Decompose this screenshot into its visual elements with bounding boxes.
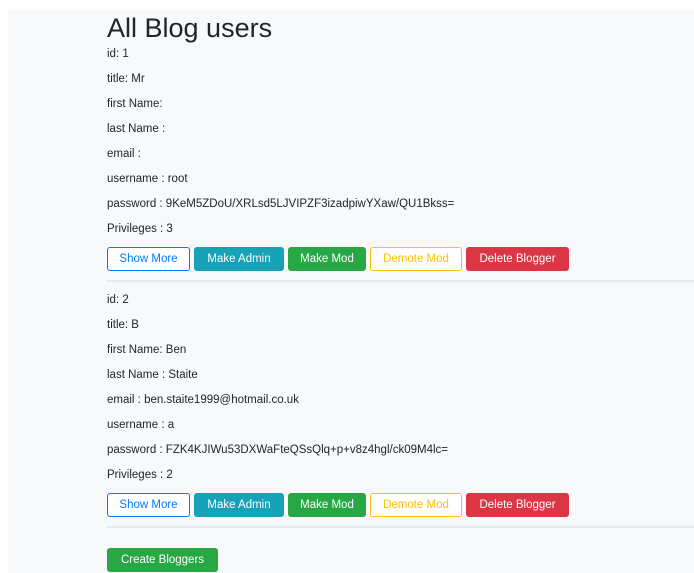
- show-more-button[interactable]: Show More: [107, 493, 190, 517]
- user-1-first-name: first Name:: [107, 98, 163, 110]
- user-1-password: password : 9KeM5ZDoU/XRLsd5LJVIPZF3izadp…: [107, 198, 455, 210]
- demote-mod-button[interactable]: Demote Mod: [370, 493, 462, 517]
- user-2-email: email : ben.staite1999@hotmail.co.uk: [107, 394, 299, 406]
- demote-mod-button[interactable]: Demote Mod: [370, 247, 462, 271]
- user-1-id: id: 1: [107, 48, 129, 60]
- user-2-privileges: Privileges : 2: [107, 469, 173, 481]
- user-1-title: title: Mr: [107, 73, 145, 85]
- user-1-email: email :: [107, 148, 141, 160]
- make-admin-button[interactable]: Make Admin: [194, 493, 284, 517]
- user-2-password: password : FZK4KJIWu53DXWaFteQSsQlq+p+v8…: [107, 444, 448, 456]
- user-divider: [107, 280, 694, 282]
- user-1-username: username : root: [107, 173, 188, 185]
- user-2-title: title: B: [107, 319, 139, 331]
- users-panel: All Blog users id: 1 title: Mr first Nam…: [8, 10, 694, 573]
- show-more-button[interactable]: Show More: [107, 247, 190, 271]
- make-admin-button[interactable]: Make Admin: [194, 247, 284, 271]
- user-1-privileges: Privileges : 3: [107, 223, 173, 235]
- user-2-username: username : a: [107, 419, 175, 431]
- user-2-first-name: first Name: Ben: [107, 344, 187, 356]
- delete-blogger-button[interactable]: Delete Blogger: [466, 247, 569, 271]
- create-bloggers-button[interactable]: Create Bloggers: [107, 548, 218, 572]
- page-title: All Blog users: [107, 13, 273, 43]
- make-mod-button[interactable]: Make Mod: [288, 247, 366, 271]
- user-1-last-name: last Name :: [107, 123, 166, 135]
- delete-blogger-button[interactable]: Delete Blogger: [466, 493, 569, 517]
- make-mod-button[interactable]: Make Mod: [288, 493, 366, 517]
- user-2-id: id: 2: [107, 294, 129, 306]
- user-2-last-name: last Name : Staite: [107, 369, 198, 381]
- list-divider: [107, 526, 694, 528]
